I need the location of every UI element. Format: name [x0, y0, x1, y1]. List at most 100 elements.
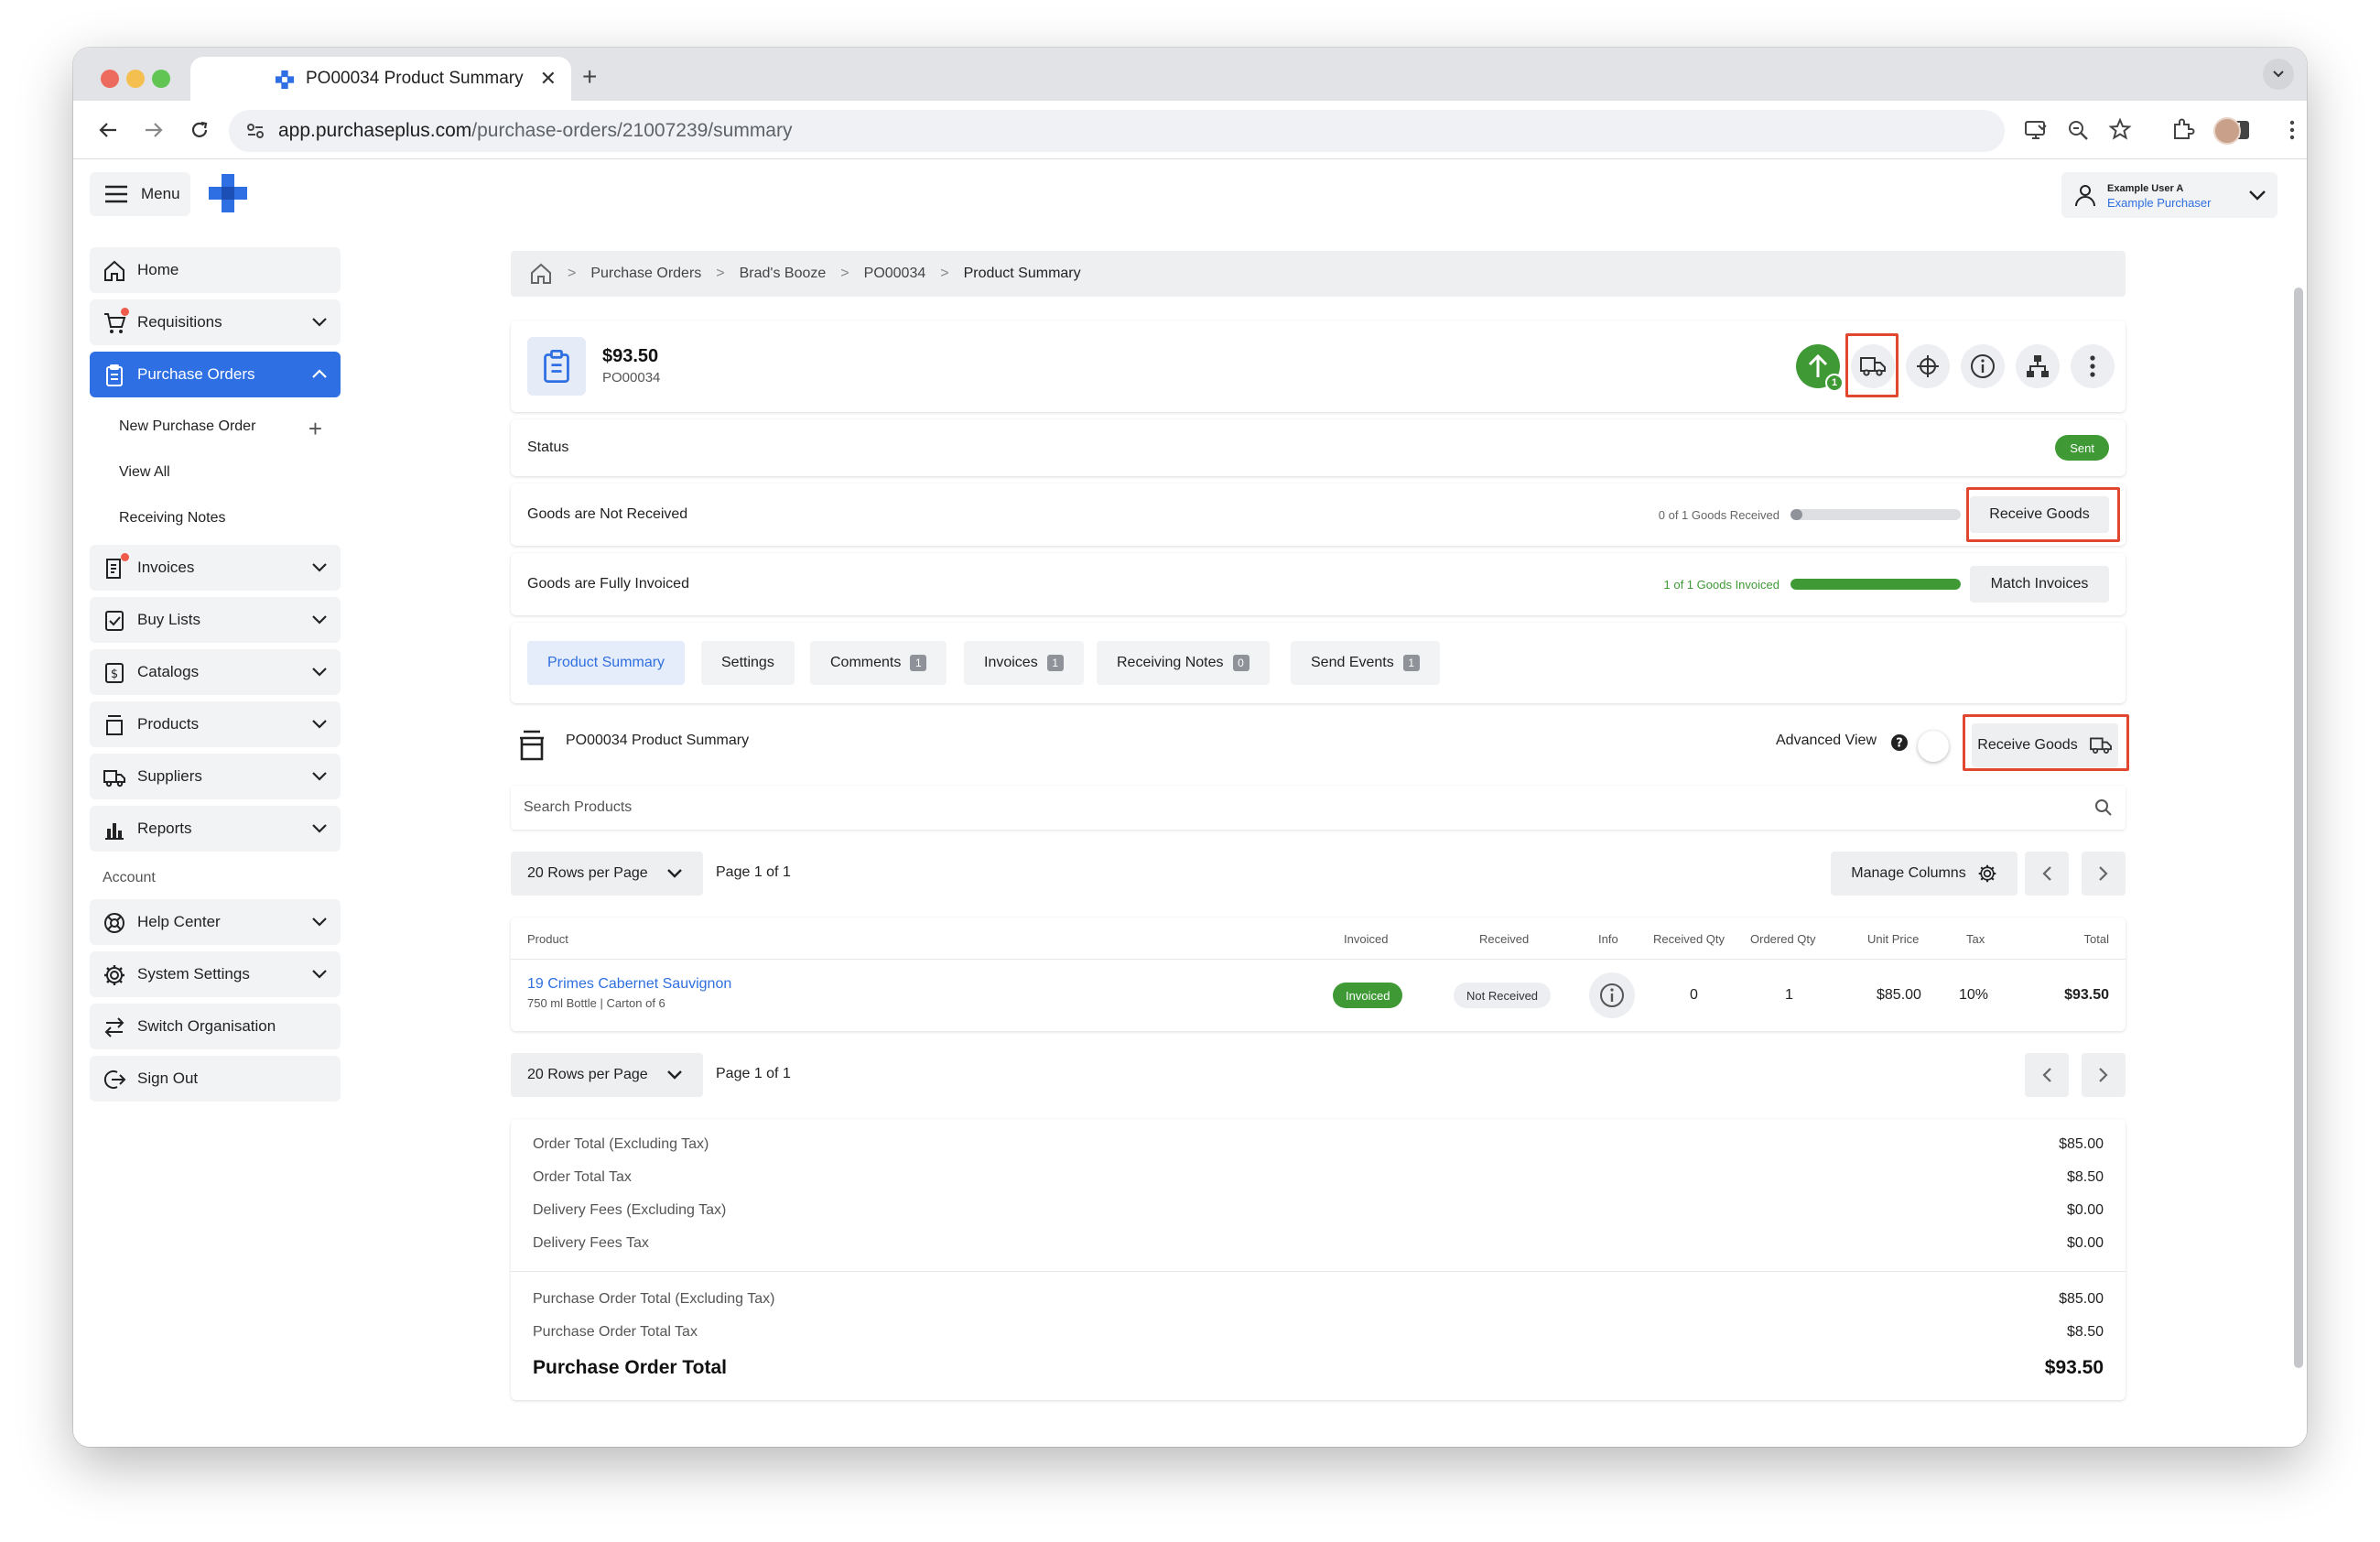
tab-send-events[interactable]: Send Events 1	[1291, 641, 1440, 685]
sidebar-item-label: Switch Organisation	[137, 1017, 276, 1035]
sidebar-item-home[interactable]: Home	[90, 247, 341, 293]
menu-button[interactable]: Menu	[90, 172, 190, 216]
page-scrollbar[interactable]	[2294, 288, 2303, 1368]
highlight-box	[1963, 714, 2129, 771]
receiving-status-label: Goods are Not Received	[527, 506, 688, 522]
reload-icon[interactable]	[185, 115, 214, 145]
advanced-view-label: Advanced View	[1776, 733, 1877, 748]
close-window-button[interactable]	[101, 70, 119, 88]
tab-product-summary[interactable]: Product Summary	[527, 641, 686, 685]
col-received: Received	[1479, 932, 1530, 946]
more-options-button[interactable]	[2071, 344, 2115, 388]
sidebar-subitem-new-purchase-order[interactable]: New Purchase Order +	[90, 404, 341, 450]
address-bar[interactable]: app.purchaseplus.com/purchase-orders/210…	[229, 110, 2005, 152]
clipboard-icon	[106, 364, 123, 386]
chevron-down-icon	[312, 318, 327, 327]
tab-comments[interactable]: Comments 1	[810, 641, 947, 685]
chevron-down-icon	[312, 824, 327, 833]
total-row: Purchase Order Total Tax $8.50	[533, 1316, 2104, 1349]
sidebar-item-help-center[interactable]: Help Center	[90, 899, 341, 945]
previous-page-button[interactable]	[2025, 1053, 2069, 1097]
breadcrumb-supplier[interactable]: Brad's Booze	[740, 266, 827, 282]
pagination-bottom: 20 Rows per Page Page 1 of 1	[511, 1053, 2126, 1097]
sidebar-subitem-receiving-notes[interactable]: Receiving Notes	[90, 495, 341, 541]
purchaseplus-logo-icon[interactable]	[207, 172, 249, 214]
next-page-button[interactable]	[2082, 852, 2126, 896]
browser-window: PO00034 Product Summary ✕ + app.purchase…	[73, 48, 2307, 1447]
sidebar-item-system-settings[interactable]: System Settings	[90, 951, 341, 997]
chevron-down-icon	[312, 720, 327, 729]
tabs-card: Product Summary Settings Comments 1 Invoi…	[511, 623, 2126, 703]
receiving-progress-fill	[1790, 509, 1803, 520]
plus-icon[interactable]: +	[308, 415, 322, 443]
sidebar-item-invoices[interactable]: Invoices	[90, 545, 341, 591]
tab-settings[interactable]: Settings	[701, 641, 795, 685]
tab-label: Receiving Notes	[1117, 655, 1224, 670]
site-settings-icon[interactable]	[245, 121, 265, 141]
sidebar-item-switch-organisation[interactable]: Switch Organisation	[90, 1004, 341, 1049]
chevron-right-icon	[2099, 866, 2108, 881]
app-content: Menu Example User A Example Purchaser Ho…	[73, 159, 2307, 1447]
advanced-view-toggle[interactable]	[1918, 731, 1949, 762]
bookmark-star-icon[interactable]	[2107, 117, 2133, 143]
breadcrumb: > Purchase Orders > Brad's Booze > PO000…	[511, 251, 2126, 297]
sidebar-item-sign-out[interactable]: Sign Out	[90, 1056, 341, 1102]
breadcrumb-po-number[interactable]: PO00034	[864, 266, 926, 282]
user-menu[interactable]: Example User A Example Purchaser	[2061, 172, 2277, 218]
profile-avatar[interactable]	[2213, 117, 2241, 145]
manage-columns-button[interactable]: Manage Columns	[1831, 852, 2018, 896]
sidebar-item-label: Suppliers	[137, 767, 202, 785]
hierarchy-button[interactable]	[2016, 344, 2060, 388]
sidebar-subitem-view-all[interactable]: View All	[90, 450, 341, 495]
search-icon[interactable]	[2094, 798, 2113, 817]
tab-search-chevron-icon[interactable]	[2263, 59, 2294, 90]
home-icon[interactable]	[529, 262, 553, 286]
install-app-icon[interactable]	[2023, 117, 2049, 143]
match-invoices-button[interactable]: Match Invoices	[1970, 566, 2109, 603]
table-row: 19 Crimes Cabernet Sauvignon 750 ml Bott…	[511, 960, 2126, 1031]
sidebar-item-purchase-orders[interactable]: Purchase Orders	[90, 352, 341, 397]
tab-close-icon[interactable]: ✕	[540, 67, 557, 91]
minimize-window-button[interactable]	[126, 70, 145, 88]
chevron-left-icon	[2042, 866, 2051, 881]
total-row: Delivery Fees (Excluding Tax) $0.00	[533, 1194, 2104, 1227]
zoom-icon[interactable]	[2065, 117, 2091, 143]
col-unit-price: Unit Price	[1867, 932, 1920, 946]
sidebar-subitem-label: Receiving Notes	[119, 510, 226, 526]
sidebar-item-requisitions[interactable]: Requisitions	[90, 299, 341, 345]
browser-menu-icon[interactable]	[2279, 117, 2305, 143]
send-po-button[interactable]: 1	[1796, 344, 1844, 392]
extensions-icon[interactable]	[2169, 117, 2195, 143]
browser-tab[interactable]: PO00034 Product Summary ✕	[190, 57, 571, 101]
sidebar-item-suppliers[interactable]: Suppliers	[90, 754, 341, 799]
tab-receiving-notes[interactable]: Receiving Notes 0	[1097, 641, 1270, 685]
back-arrow-icon[interactable]	[93, 115, 123, 145]
chevron-up-icon	[312, 369, 327, 378]
maximize-window-button[interactable]	[152, 70, 170, 88]
col-tax: Tax	[1966, 932, 1985, 946]
previous-page-button[interactable]	[2025, 852, 2069, 896]
grand-total-row: Purchase Order Total $93.50	[533, 1349, 2104, 1387]
sidebar-item-buy-lists[interactable]: Buy Lists	[90, 597, 341, 643]
status-row: Status Sent	[511, 419, 2126, 476]
sidebar-item-reports[interactable]: Reports	[90, 806, 341, 852]
chevron-right-icon: >	[568, 266, 577, 281]
new-tab-button[interactable]: +	[582, 62, 597, 92]
forward-arrow-icon[interactable]	[139, 115, 168, 145]
user-name: Example User A	[2107, 183, 2184, 194]
track-button[interactable]	[1906, 344, 1950, 388]
tab-invoices[interactable]: Invoices 1	[964, 641, 1084, 685]
sidebar-item-catalogs[interactable]: $ Catalogs	[90, 649, 341, 695]
info-button[interactable]	[1961, 344, 2005, 388]
help-icon[interactable]: ?	[1891, 734, 1908, 751]
product-summary-header: PO00034 Product Summary Advanced View ? …	[511, 703, 2129, 786]
rows-per-page-select[interactable]: 20 Rows per Page	[511, 852, 703, 896]
breadcrumb-purchase-orders[interactable]: Purchase Orders	[590, 266, 701, 282]
product-info-button[interactable]	[1589, 972, 1635, 1018]
search-products-input[interactable]: Search Products	[511, 786, 2126, 830]
sidebar-item-products[interactable]: Products	[90, 701, 341, 747]
product-name-link[interactable]: 19 Crimes Cabernet Sauvignon	[527, 976, 731, 993]
sidebar-item-label: Sign Out	[137, 1070, 199, 1087]
next-page-button[interactable]	[2082, 1053, 2126, 1097]
rows-per-page-select[interactable]: 20 Rows per Page	[511, 1053, 703, 1097]
